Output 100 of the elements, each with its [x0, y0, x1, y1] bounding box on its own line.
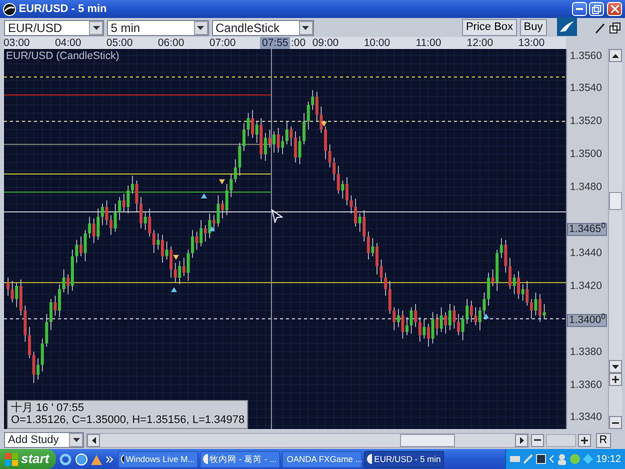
window-title: EUR/USD - 5 min	[18, 2, 107, 17]
candlestick	[238, 142, 242, 176]
candlestick	[105, 200, 108, 226]
candlestick	[384, 272, 388, 296]
windows-logo-icon	[5, 452, 18, 466]
candlestick	[170, 246, 173, 278]
restore-button[interactable]	[589, 2, 604, 16]
up-marker-icon	[201, 193, 207, 198]
candlestick	[508, 258, 512, 290]
candlestick	[84, 230, 87, 262]
candlestick	[135, 180, 138, 212]
tray-icon[interactable]	[536, 454, 546, 464]
zoom-in-button[interactable]	[578, 434, 591, 446]
zoom-in-button[interactable]	[609, 373, 622, 386]
candlestick	[418, 316, 422, 342]
candlestick	[456, 313, 460, 336]
candlestick	[130, 175, 134, 194]
candlestick	[332, 157, 336, 181]
candlestick	[358, 213, 362, 232]
price-label: 1.3340	[570, 410, 602, 426]
zoom-out-button[interactable]	[531, 434, 544, 446]
candlestick	[422, 318, 426, 339]
add-study-dropdown[interactable]: Add Study	[4, 432, 84, 448]
cursor-time-label: 07:55	[260, 37, 290, 49]
down-marker-icon	[219, 179, 225, 184]
vertical-scrollbar[interactable]	[608, 49, 622, 429]
candlestick	[290, 126, 293, 146]
up-marker-icon	[483, 314, 489, 318]
horizontal-scrollbar[interactable]	[86, 432, 529, 448]
window-icon[interactable]	[609, 22, 621, 34]
price-label: 1.3360	[570, 378, 602, 393]
taskbar-button[interactable]: EUR/USD - 5 min	[364, 450, 444, 468]
candlestick	[388, 280, 392, 314]
restore-icon	[592, 4, 602, 14]
candlestick	[401, 310, 404, 339]
scroll-thumb[interactable]	[400, 434, 455, 446]
close-icon	[610, 5, 618, 13]
candlestick	[478, 306, 482, 331]
candlestick	[482, 292, 486, 316]
scroll-left-button[interactable]	[87, 434, 100, 446]
candlestick	[470, 300, 473, 322]
candlestick	[122, 193, 126, 212]
reset-button[interactable]: R	[596, 432, 611, 448]
candlestick	[500, 238, 503, 258]
time-label: 10:00	[364, 37, 390, 49]
candlestick	[350, 195, 353, 214]
candlestick	[362, 210, 366, 242]
scroll-down-button[interactable]	[609, 360, 622, 373]
pencil-icon[interactable]	[594, 22, 606, 34]
time-label: 09:00	[312, 37, 339, 49]
candlestick	[311, 90, 314, 110]
price-label: 1.3500	[570, 147, 602, 162]
candlestick	[431, 312, 434, 344]
candlestick	[542, 304, 546, 320]
price-label: 1.3420	[570, 278, 602, 294]
browser-icon[interactable]	[58, 452, 72, 466]
scroll-right-button[interactable]	[515, 434, 528, 446]
close-button[interactable]	[607, 2, 622, 16]
candlestick	[140, 196, 143, 229]
plus-icon	[612, 376, 619, 383]
candlestick	[114, 203, 117, 232]
candlestick	[298, 136, 302, 165]
chevron-icon[interactable]	[548, 455, 554, 463]
instrument-dropdown[interactable]: EUR/USD	[4, 20, 104, 36]
plus-icon	[581, 436, 588, 444]
taskbar-button[interactable]: 牧内网 - 葛芮 - ...	[200, 450, 280, 468]
candlestick	[392, 306, 396, 331]
candlestick	[406, 316, 409, 336]
chevron-icon[interactable]	[106, 456, 113, 462]
candlestick	[92, 218, 96, 244]
toolbar-button[interactable]: Buy	[520, 19, 547, 36]
scroll-up-button[interactable]	[609, 49, 622, 62]
candlestick	[96, 208, 100, 240]
candlestick	[517, 270, 520, 300]
interval-dropdown[interactable]: 5 min	[106, 20, 209, 36]
candlestick	[58, 284, 62, 318]
candlestick	[306, 101, 310, 130]
logo-icon	[557, 17, 577, 36]
candlestick	[315, 91, 318, 122]
candlestick	[426, 323, 430, 348]
up-marker-icon	[171, 287, 177, 292]
candlestick	[375, 242, 378, 275]
candlestick	[380, 259, 383, 283]
globe-icon[interactable]	[74, 452, 88, 466]
candlestick	[474, 306, 478, 326]
down-arrow-icon	[612, 364, 619, 368]
toolbar-button[interactable]: Price Box	[462, 19, 518, 36]
minimize-button[interactable]	[572, 2, 586, 16]
time-label: 05:00	[106, 37, 133, 49]
taskbar-button[interactable]: Windows Live M...	[118, 450, 198, 468]
chart-type-dropdown[interactable]: CandleStick	[212, 20, 314, 36]
candlestick	[186, 249, 190, 282]
scroll-thumb[interactable]	[609, 192, 622, 210]
taskbar-button[interactable]: OANDA FXGame ...	[282, 450, 362, 468]
candlestick	[40, 338, 44, 372]
zoom-out-button[interactable]	[609, 416, 622, 429]
price-label: 1.3380	[570, 344, 602, 360]
candlestick	[195, 231, 198, 250]
clock: 19:12	[596, 452, 621, 466]
candlestick	[448, 304, 452, 331]
